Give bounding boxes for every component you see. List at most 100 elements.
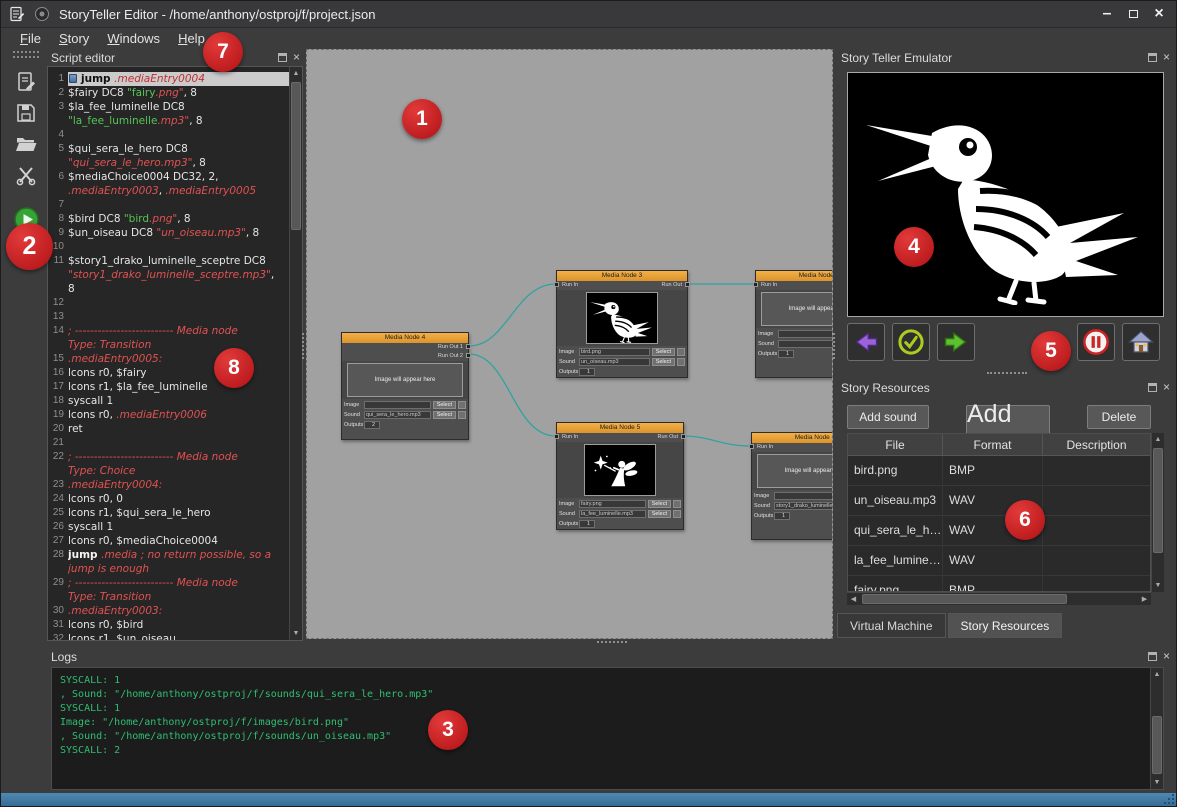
browse-icon[interactable] [677,358,685,366]
new-script-button[interactable] [11,68,41,96]
close-panel-icon[interactable] [1163,383,1170,392]
table-row[interactable]: la_fee_luminelle.mp3WAV [848,546,1150,576]
forward-button[interactable] [937,323,975,361]
float-panel-icon[interactable] [1148,383,1157,392]
toolbar-grip[interactable] [13,51,39,58]
scroll-up-icon[interactable] [290,67,302,80]
select-image-button[interactable]: Select [433,401,456,409]
close-project-button[interactable] [11,161,41,189]
column-header[interactable]: Format [943,434,1043,455]
menu-item-windows[interactable]: Windows [98,29,169,48]
close-panel-icon[interactable] [1163,652,1170,661]
tab-story-resources[interactable]: Story Resources [948,613,1063,638]
media-node-right-bottom[interactable]: Media Node 6 Run In Image will appear he… [751,432,833,540]
table-vscrollbar[interactable] [1151,433,1164,592]
script-line: "qui_sera_le_hero.mp3", 8 [68,156,289,170]
node-title[interactable]: Media Node 4 [342,333,468,343]
out-port-pin[interactable] [685,282,690,287]
node-title[interactable]: Media Node 3 [557,271,687,281]
browse-icon[interactable] [677,348,685,356]
logs-scrollbar[interactable] [1150,668,1163,789]
scrollbar-thumb[interactable] [1153,448,1163,553]
title-bar[interactable]: StoryTeller Editor - /home/anthony/ostpr… [1,1,1176,28]
in-port-pin[interactable] [749,444,754,449]
close-panel-icon[interactable] [1163,53,1170,62]
save-button[interactable] [11,99,41,127]
menu-item-story[interactable]: Story [50,29,98,48]
media-node-right-top[interactable]: Media Node 1 Run In Image will appear he… [755,270,833,378]
out-port-pin[interactable] [466,344,471,349]
outputs-spinner[interactable]: 1 [579,368,595,376]
open-button[interactable] [11,130,41,158]
resize-grip[interactable] [1164,802,1166,804]
scroll-down-icon[interactable] [1152,579,1164,592]
table-hscrollbar[interactable] [847,592,1151,605]
splitter-handle[interactable] [833,333,835,359]
minimize-button[interactable] [1094,5,1120,24]
select-image-button[interactable]: Select [648,500,671,508]
scroll-down-icon[interactable] [1151,776,1163,789]
node-title[interactable]: Media Node 5 [557,423,683,433]
table-row[interactable]: bird.pngBMP [848,456,1150,486]
browse-icon[interactable] [673,500,681,508]
node-title[interactable]: Media Node 1 [756,271,833,281]
scroll-left-icon[interactable] [847,593,860,605]
outputs-spinner[interactable]: 1 [778,350,794,358]
select-sound-button[interactable]: Select [652,358,675,366]
delete-button[interactable]: Delete [1087,405,1151,429]
node-graph-canvas[interactable]: Media Node 4 Run Out 1 Run Out 2 Image w… [306,49,833,639]
pause-button[interactable] [1077,323,1115,361]
back-button[interactable] [847,323,885,361]
editor-code[interactable]: jump .mediaEntry0004$fairy DC8 "fairy.pn… [68,72,289,641]
logs-text[interactable]: SYSCALL: 1, Sound: "/home/anthony/ostpro… [52,668,1150,789]
scrollbar-thumb[interactable] [291,82,301,230]
table-row[interactable]: un_oiseau.mp3WAV [848,486,1150,516]
scroll-down-icon[interactable] [290,627,302,640]
browse-icon[interactable] [458,401,466,409]
splitter-handle[interactable] [987,372,1027,374]
browse-icon[interactable] [673,510,681,518]
column-header[interactable]: File [848,434,943,455]
node-title[interactable]: Media Node 6 [752,433,833,443]
media-node-4[interactable]: Media Node 4 Run Out 1 Run Out 2 Image w… [341,332,469,440]
in-port-pin[interactable] [554,282,559,287]
table-row[interactable]: fairy.pngBMP [848,576,1150,592]
float-panel-icon[interactable] [1148,652,1157,661]
out-port-pin[interactable] [466,353,471,358]
script-line: $la_fee_luminelle DC8 [68,100,289,114]
in-port-pin[interactable] [753,282,758,287]
select-sound-button[interactable]: Select [433,411,456,419]
outputs-spinner[interactable]: 1 [774,512,790,520]
select-image-button[interactable]: Select [652,348,675,356]
menu-bar[interactable]: FileStoryWindowsHelp [1,28,1176,49]
select-sound-button[interactable]: Select [648,510,671,518]
in-port-pin[interactable] [554,434,559,439]
scroll-up-icon[interactable] [1151,668,1163,681]
out-port-pin[interactable] [681,434,686,439]
resources-table[interactable]: FileFormatDescription bird.pngBMPun_oise… [847,433,1151,592]
menu-item-file[interactable]: File [11,29,50,48]
splitter-handle[interactable] [302,333,304,359]
scrollbar-thumb[interactable] [1152,716,1162,774]
table-row[interactable]: qui_sera_le_hero.mp3WAV [848,516,1150,546]
float-panel-icon[interactable] [1148,53,1157,62]
script-editor[interactable]: 123 45 6 7891011 121314 1516171819202122… [47,66,303,641]
maximize-button[interactable] [1120,5,1146,24]
close-button[interactable] [1146,5,1172,24]
outputs-spinner[interactable]: 2 [364,421,380,429]
editor-scrollbar[interactable] [289,67,302,640]
tab-virtual-machine[interactable]: Virtual Machine [837,613,946,638]
browse-icon[interactable] [458,411,466,419]
add-sound-button[interactable]: Add sound [847,405,929,429]
scrollbar-thumb[interactable] [862,594,1067,604]
validate-button[interactable] [892,323,930,361]
outputs-spinner[interactable]: 1 [579,520,595,528]
column-header[interactable]: Description [1043,434,1150,455]
scroll-right-icon[interactable] [1138,593,1151,605]
scroll-up-icon[interactable] [1152,433,1164,446]
home-button[interactable] [1122,323,1160,361]
media-node-5[interactable]: Media Node 5 Run InRun Out Imagefairy.pn… [556,422,684,530]
splitter-handle[interactable] [597,641,627,643]
home-icon [1127,328,1155,356]
media-node-3[interactable]: Media Node 3 Run InRun Out Imagebird.png… [556,270,688,378]
